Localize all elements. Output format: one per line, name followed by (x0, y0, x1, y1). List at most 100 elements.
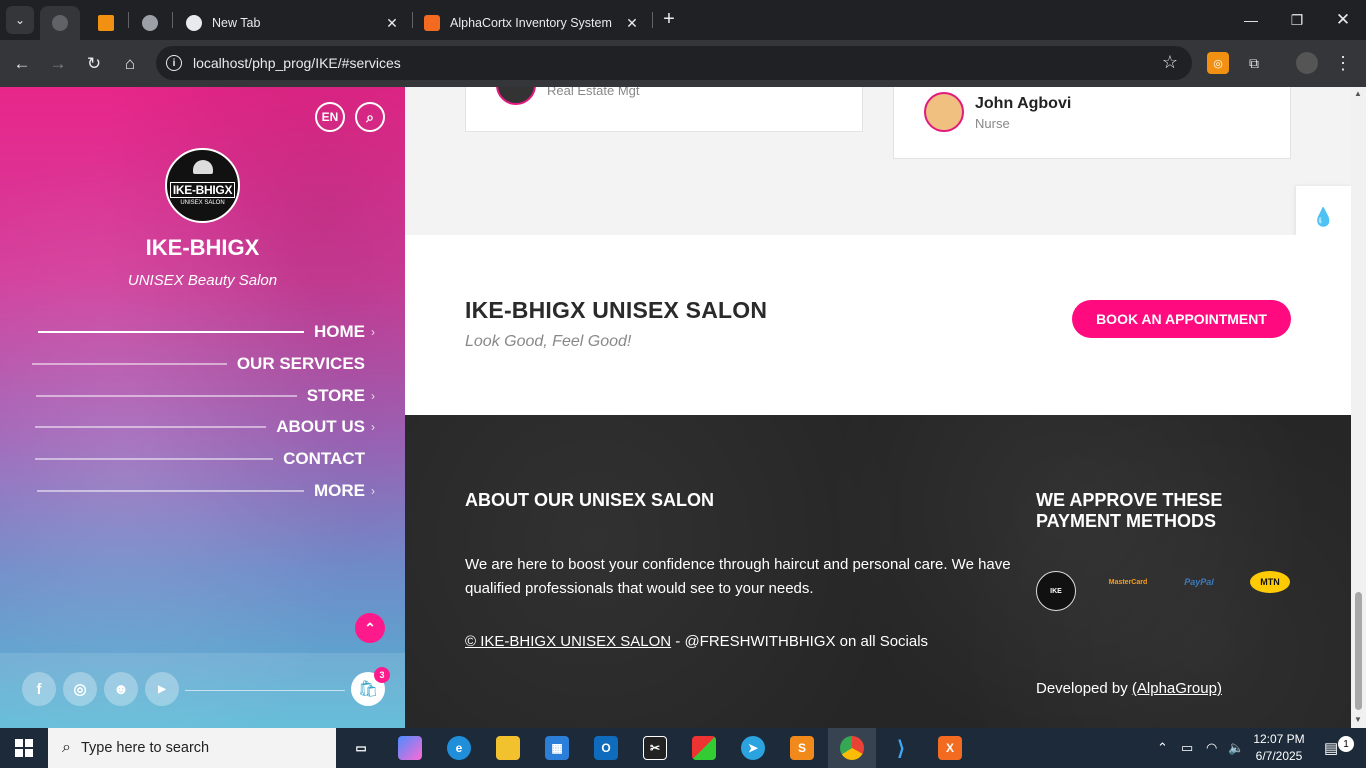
nav-item-more[interactable]: MORE › (37, 479, 383, 503)
app-favicon-icon (98, 15, 114, 31)
tab-inventory[interactable]: AlphaCortx Inventory System ✕ (412, 6, 650, 40)
notification-count: 1 (1338, 736, 1354, 752)
tab-pinned-2[interactable] (130, 6, 170, 40)
battery-icon[interactable]: ▭ (1181, 728, 1193, 768)
logo-subtext: UNISEX SALON (180, 199, 225, 206)
wifi-icon[interactable]: ◠ (1206, 728, 1217, 768)
restore-icon[interactable]: ❐ (1274, 0, 1320, 40)
tab-pinned-1[interactable] (86, 6, 126, 40)
nav-item-about-us[interactable]: ABOUT US › (35, 415, 383, 439)
outlook-icon[interactable]: O (594, 736, 618, 760)
copilot-icon[interactable] (398, 736, 422, 760)
page-scrollbar[interactable]: ▲ ▼ (1351, 87, 1366, 728)
mtn-icon: MTN (1250, 571, 1290, 593)
sublime-text-icon[interactable]: S (790, 736, 814, 760)
xampp-icon (424, 15, 440, 31)
snapchat-icon[interactable]: ☻ (104, 672, 138, 706)
developed-by: Developed by (AlphaGroup) (1036, 680, 1222, 697)
developed-by-text: Developed by (1036, 680, 1132, 697)
site-title[interactable]: IKE-BHIGX (0, 235, 405, 261)
youtube-icon[interactable]: ▶ (145, 672, 179, 706)
chrome-icon[interactable] (840, 736, 864, 760)
address-bar[interactable]: i localhost/php_prog/IKE/#services ☆ (156, 46, 1192, 80)
site-info-icon[interactable]: i (166, 55, 182, 71)
profile-avatar-icon[interactable] (1296, 52, 1318, 74)
scroll-down-icon[interactable]: ▼ (1354, 715, 1362, 724)
taskbar: ⌕ Type here to search ▭ e ▦ O ✂ ➤ S ⟩ X … (0, 728, 1366, 768)
screen: ⌄ New Tab ✕ AlphaCortx Inventory System … (0, 0, 1366, 768)
about-heading: ABOUT OUR UNISEX SALON (465, 490, 715, 510)
copyright-text: - @FRESHWITHBHIGX on all Socials (671, 633, 929, 650)
logo-text: IKE-BHIGX (169, 181, 236, 198)
testimonials-section: Real Estate Mgt John Agbovi Nurse (405, 87, 1351, 235)
instagram-icon[interactable]: ◎ (63, 672, 97, 706)
sidebar: EN ⌕ IKE-BHIGX UNISEX SALON IKE-BHIGX UN… (0, 87, 405, 728)
extension-icon[interactable]: ◎ (1207, 52, 1229, 74)
salon-logo[interactable]: IKE-BHIGX UNISEX SALON (165, 148, 240, 223)
taskbar-search[interactable]: ⌕ Type here to search (48, 728, 336, 768)
back-icon[interactable]: ← (8, 50, 36, 78)
salon-logo-small: IKE (1036, 571, 1076, 611)
xampp-icon[interactable]: X (938, 736, 962, 760)
close-tab-icon[interactable]: ✕ (624, 15, 640, 31)
forward-icon[interactable]: → (44, 50, 72, 78)
reload-icon[interactable]: ↻ (80, 50, 108, 78)
nav-item-contact[interactable]: CONTACT (35, 447, 365, 471)
scroll-up-icon[interactable]: ▲ (1354, 89, 1362, 98)
menu-kebab-icon[interactable]: ⋮ (1332, 52, 1354, 74)
page-viewport: EN ⌕ IKE-BHIGX UNISEX SALON IKE-BHIGX UN… (0, 87, 1366, 728)
testimonial-name: John Agbovi (975, 95, 1072, 112)
barber-figure-icon (192, 160, 213, 174)
tab-new-tab[interactable]: New Tab ✕ (174, 6, 410, 40)
bookmark-star-icon[interactable]: ☆ (1162, 52, 1178, 73)
task-view-icon[interactable]: ▭ (349, 736, 373, 760)
tab-separator (172, 12, 173, 28)
testimonial-card: John Agbovi Nurse (893, 87, 1291, 159)
payment-heading: WE APPROVE THESE PAYMENT METHODS (1036, 490, 1223, 531)
avatar (496, 87, 536, 105)
edge-icon[interactable]: e (447, 736, 471, 760)
nav-item-store[interactable]: STORE › (35, 384, 383, 408)
facebook-icon[interactable]: f (22, 672, 56, 706)
nav-item-our-services[interactable]: OUR SERVICES (31, 352, 365, 376)
new-tab-icon[interactable]: + (658, 9, 680, 31)
language-button[interactable]: EN (315, 102, 345, 132)
avatar (924, 92, 964, 132)
tab-search-icon[interactable]: ⌄ (6, 6, 34, 34)
file-explorer-icon[interactable] (496, 736, 520, 760)
tray-chevron-icon[interactable]: ⌃ (1157, 728, 1168, 768)
home-icon[interactable]: ⌂ (116, 50, 144, 78)
scrollbar-thumb[interactable] (1355, 592, 1362, 710)
capcut-icon[interactable]: ✂ (643, 736, 667, 760)
clock[interactable]: 12:07 PM 6/7/2025 (1248, 731, 1310, 765)
nav-label: MORE (314, 481, 365, 500)
volume-icon[interactable]: 🔈 (1228, 728, 1244, 768)
close-tab-icon[interactable]: ✕ (384, 15, 400, 31)
search-placeholder: Type here to search (80, 740, 210, 756)
nav-item-home[interactable]: HOME › (38, 320, 383, 344)
store-icon[interactable]: ▦ (545, 736, 569, 760)
app-grid-icon[interactable] (692, 736, 716, 760)
minimize-icon[interactable]: — (1228, 0, 1274, 40)
notifications-icon[interactable]: ▤ (1324, 728, 1338, 768)
search-icon[interactable]: ⌕ (355, 102, 385, 132)
scroll-to-top-button[interactable]: ⌃ (355, 613, 385, 643)
testimonial-role: Real Estate Mgt (547, 87, 640, 98)
telegram-icon[interactable]: ➤ (741, 736, 765, 760)
windows-start-icon[interactable] (0, 728, 48, 768)
cta-section: IKE-BHIGX UNISEX SALON Look Good, Feel G… (405, 235, 1351, 415)
chevron-right-icon: › (371, 484, 375, 498)
site-tagline: UNISEX Beauty Salon (127, 272, 278, 289)
book-appointment-button[interactable]: BOOK AN APPOINTMENT (1072, 300, 1291, 338)
nav-label: ABOUT US (276, 417, 365, 436)
close-window-icon[interactable]: ✕ (1320, 0, 1366, 40)
tab-active[interactable] (40, 6, 80, 40)
extensions-puzzle-icon[interactable]: ⧉ (1243, 52, 1265, 74)
vscode-icon[interactable]: ⟩ (889, 736, 913, 760)
nav-line (38, 331, 304, 333)
nav-line (35, 458, 274, 460)
developer-link[interactable]: (AlphaGroup) (1132, 680, 1222, 697)
url-text: localhost/php_prog/IKE/#services (193, 55, 401, 71)
copyright-link[interactable]: © IKE-BHIGX UNISEX SALON (465, 633, 671, 650)
tab-separator (128, 12, 129, 28)
